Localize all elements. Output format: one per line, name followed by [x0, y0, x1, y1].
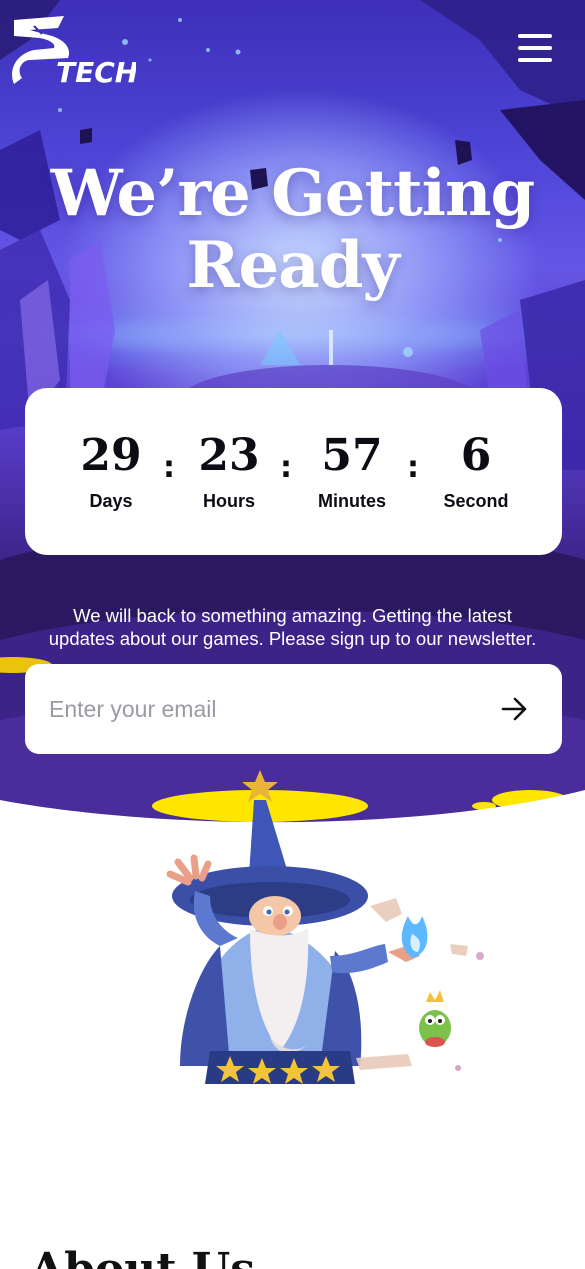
hamburger-line [518, 46, 552, 50]
menu-button[interactable] [514, 32, 556, 64]
logo-text: TECH [56, 56, 136, 86]
headline-line1: We’re Getting [50, 156, 535, 231]
minutes-label: Minutes [317, 491, 386, 511]
hours-label: Hours [202, 491, 255, 511]
countdown-separator: : [280, 450, 292, 485]
email-input[interactable] [49, 686, 489, 732]
hamburger-line [518, 58, 552, 62]
submit-button[interactable] [495, 692, 533, 726]
days-label: Days [89, 491, 133, 511]
minutes-value: 57 [321, 430, 383, 481]
countdown-separator: : [407, 450, 419, 485]
countdown-seconds: 6 Second [421, 428, 531, 515]
headline-line2: Ready [186, 228, 399, 303]
seconds-value: 6 [460, 430, 492, 481]
hours-value: 23 [198, 430, 260, 481]
newsletter-message-line1: We will back to something amazing. Getti… [73, 605, 512, 626]
days-value: 29 [80, 430, 142, 481]
wizard-illustration [166, 770, 484, 1084]
hamburger-menu-icon [518, 34, 552, 38]
hero-section: TECH We’re Getting Ready 29 Days : 23 Ho… [0, 0, 585, 830]
page-title: We’re Getting Ready [0, 158, 585, 302]
about-heading: About Us [30, 1250, 430, 1269]
newsletter-message: We will back to something amazing. Getti… [20, 604, 565, 650]
arrow-right-icon [501, 697, 527, 721]
countdown-days: 29 Days [56, 428, 166, 515]
countdown-card: 29 Days : 23 Hours : 57 Minutes : 6 Seco… [25, 388, 562, 555]
newsletter-form [25, 664, 562, 754]
countdown-minutes: 57 Minutes [297, 428, 407, 515]
brand-logo[interactable]: TECH [12, 14, 136, 86]
seconds-label: Second [443, 491, 509, 511]
countdown-hours: 23 Hours [174, 428, 284, 515]
newsletter-message-line2: updates about our games. Please sign up … [48, 628, 537, 649]
